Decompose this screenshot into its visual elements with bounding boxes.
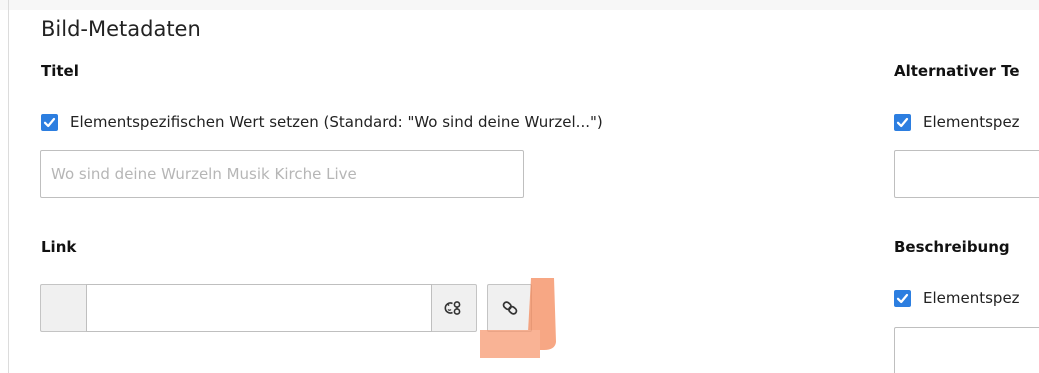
checkmark-icon: [43, 117, 56, 127]
top-band: [0, 0, 1039, 10]
link-wizard-button[interactable]: [487, 284, 532, 332]
title-label: Titel: [41, 62, 79, 80]
title-override-row[interactable]: Elementspezifischen Wert setzen (Standar…: [41, 113, 603, 131]
title-override-checkbox[interactable]: [41, 113, 58, 131]
section-title: Bild-Metadaten: [41, 17, 201, 41]
browse-link-button[interactable]: [432, 284, 477, 332]
link-prefix-box: [40, 284, 86, 332]
description-label: Beschreibung: [894, 238, 1010, 256]
title-override-label: Elementspezifischen Wert setzen (Standar…: [70, 113, 603, 131]
description-override-label: Elementspez: [923, 289, 1020, 307]
browse-page-icon: [444, 301, 461, 315]
description-override-row[interactable]: Elementspez: [894, 289, 1020, 307]
description-textarea[interactable]: [894, 327, 1039, 373]
title-input[interactable]: [40, 150, 524, 198]
image-metadata-panel: Bild-Metadaten Titel Elementspezifischen…: [0, 0, 1039, 373]
link-label: Link: [41, 238, 77, 256]
checkmark-icon: [896, 293, 909, 303]
description-override-checkbox[interactable]: [894, 289, 911, 307]
alt-override-checkbox[interactable]: [894, 113, 911, 131]
checkmark-icon: [896, 117, 909, 127]
alt-text-input[interactable]: [894, 150, 1039, 198]
link-input-group: [40, 284, 477, 332]
chain-link-icon: [502, 301, 517, 315]
alt-override-label: Elementspez: [923, 113, 1020, 131]
alt-override-row[interactable]: Elementspez: [894, 113, 1020, 131]
link-input[interactable]: [86, 284, 432, 332]
left-divider: [8, 0, 9, 373]
alt-text-label: Alternativer Te: [894, 62, 1020, 80]
